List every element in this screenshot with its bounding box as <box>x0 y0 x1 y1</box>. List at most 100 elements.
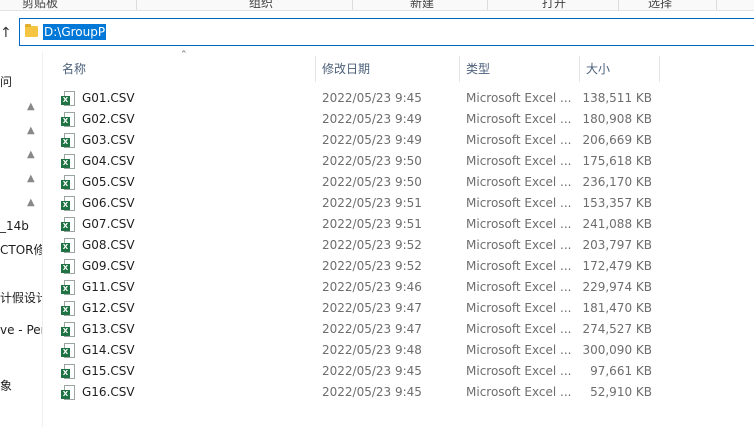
file-name[interactable]: G05.CSV <box>82 172 135 193</box>
file-size: 300,090 KB <box>582 343 652 357</box>
pin-icon[interactable]: ▲ <box>27 102 37 112</box>
file-row[interactable]: X G02.CSV 2022/05/23 9:49 Microsoft Excel .… <box>55 109 665 130</box>
nav-item[interactable]: CTOR修 <box>0 240 42 260</box>
file-name[interactable]: G13.CSV <box>82 319 135 340</box>
pin-icon[interactable]: ▲ <box>27 174 37 184</box>
file-date: 2022/05/23 9:47 <box>322 322 422 336</box>
file-row[interactable]: X G01.CSV 2022/05/23 9:45 Microsoft Excel .… <box>55 88 665 109</box>
pin-icon[interactable]: ▲ <box>27 198 37 208</box>
column-header-size[interactable]: 大小 <box>586 56 610 82</box>
file-row[interactable]: X G08.CSV 2022/05/23 9:52 Microsoft Excel .… <box>55 235 665 256</box>
pin-icon[interactable]: ▲ <box>27 150 37 160</box>
nav-item[interactable]: 问 <box>0 72 42 92</box>
file-name[interactable]: G08.CSV <box>82 235 135 256</box>
file-name[interactable]: G07.CSV <box>82 214 135 235</box>
file-name[interactable]: G12.CSV <box>82 298 135 319</box>
file-date: 2022/05/23 9:50 <box>322 154 422 168</box>
excel-csv-icon: X <box>61 154 75 169</box>
excel-csv-icon: X <box>61 217 75 232</box>
ribbon-strip: 剪贴板 组织 新建 打开 选择 <box>0 0 754 11</box>
file-row[interactable]: X G13.CSV 2022/05/23 9:47 Microsoft Excel .… <box>55 319 665 340</box>
up-arrow-icon[interactable]: ↑ <box>0 24 14 42</box>
nav-item[interactable]: 计假设计 <box>0 288 42 308</box>
file-date: 2022/05/23 9:46 <box>322 280 422 294</box>
address-path-input[interactable]: D:\GroupP <box>43 24 107 40</box>
file-row[interactable]: X G12.CSV 2022/05/23 9:47 Microsoft Excel .… <box>55 298 665 319</box>
file-type: Microsoft Excel ... <box>466 217 572 231</box>
file-row[interactable]: X G11.CSV 2022/05/23 9:46 Microsoft Excel .… <box>55 277 665 298</box>
file-size: 138,511 KB <box>582 91 652 105</box>
file-type: Microsoft Excel ... <box>466 343 572 357</box>
file-row[interactable]: X G15.CSV 2022/05/23 9:45 Microsoft Excel .… <box>55 361 665 382</box>
excel-csv-icon: X <box>61 91 75 106</box>
excel-badge: X <box>61 138 70 147</box>
file-name[interactable]: G16.CSV <box>82 382 135 403</box>
nav-item[interactable]: 象 <box>0 376 42 396</box>
file-date: 2022/05/23 9:49 <box>322 112 422 126</box>
column-header-date[interactable]: 修改日期 <box>322 56 370 82</box>
excel-csv-icon: X <box>61 301 75 316</box>
file-date: 2022/05/23 9:45 <box>322 91 422 105</box>
excel-csv-icon: X <box>61 238 75 253</box>
nav-item[interactable]: _14b <box>0 216 42 236</box>
file-name[interactable]: G03.CSV <box>82 130 135 151</box>
file-name[interactable]: G02.CSV <box>82 109 135 130</box>
excel-csv-icon: X <box>61 322 75 337</box>
file-name[interactable]: G04.CSV <box>82 151 135 172</box>
file-type: Microsoft Excel ... <box>466 280 572 294</box>
file-name[interactable]: G09.CSV <box>82 256 135 277</box>
file-row[interactable]: X G16.CSV 2022/05/23 9:45 Microsoft Excel .… <box>55 382 665 403</box>
ribbon-separator <box>352 0 353 10</box>
file-date: 2022/05/23 9:49 <box>322 133 422 147</box>
file-name[interactable]: G01.CSV <box>82 88 135 109</box>
ribbon-separator <box>136 0 137 10</box>
file-type: Microsoft Excel ... <box>466 175 572 189</box>
ribbon-group-select: 选择 <box>648 0 673 10</box>
file-type: Microsoft Excel ... <box>466 238 572 252</box>
column-header-type[interactable]: 类型 <box>466 56 490 82</box>
sort-ascending-icon: ⌃ <box>180 50 188 60</box>
file-date: 2022/05/23 9:51 <box>322 196 422 210</box>
file-name[interactable]: G11.CSV <box>82 277 135 298</box>
file-row[interactable]: X G04.CSV 2022/05/23 9:50 Microsoft Excel .… <box>55 151 665 172</box>
excel-badge: X <box>61 285 70 294</box>
excel-badge: X <box>61 117 70 126</box>
file-row[interactable]: X G07.CSV 2022/05/23 9:51 Microsoft Excel .… <box>55 214 665 235</box>
file-date: 2022/05/23 9:45 <box>322 385 422 399</box>
folder-icon <box>25 24 38 37</box>
column-divider[interactable] <box>315 56 316 82</box>
ribbon-group-new: 新建 <box>410 0 435 10</box>
ribbon-group-clipboard: 剪贴板 <box>22 0 59 10</box>
file-size: 153,357 KB <box>582 196 652 210</box>
column-header-name[interactable]: 名称 <box>62 56 86 82</box>
file-size: 180,908 KB <box>582 112 652 126</box>
file-date: 2022/05/23 9:51 <box>322 217 422 231</box>
file-name[interactable]: G14.CSV <box>82 340 135 361</box>
column-divider[interactable] <box>579 56 580 82</box>
file-row[interactable]: X G06.CSV 2022/05/23 9:51 Microsoft Excel .… <box>55 193 665 214</box>
excel-badge: X <box>61 348 70 357</box>
excel-csv-icon: X <box>61 385 75 400</box>
file-row[interactable]: X G09.CSV 2022/05/23 9:52 Microsoft Excel .… <box>55 256 665 277</box>
file-size: 175,618 KB <box>582 154 652 168</box>
file-size: 229,974 KB <box>582 280 652 294</box>
column-divider[interactable] <box>459 56 460 82</box>
file-size: 172,479 KB <box>582 259 652 273</box>
file-name[interactable]: G06.CSV <box>82 193 135 214</box>
excel-csv-icon: X <box>61 133 75 148</box>
file-type: Microsoft Excel ... <box>466 385 572 399</box>
file-row[interactable]: X G03.CSV 2022/05/23 9:49 Microsoft Excel .… <box>55 130 665 151</box>
file-date: 2022/05/23 9:52 <box>322 238 422 252</box>
file-type: Microsoft Excel ... <box>466 112 572 126</box>
address-bar[interactable]: D:\GroupP <box>19 18 754 46</box>
file-name[interactable]: G15.CSV <box>82 361 135 382</box>
file-row[interactable]: X G05.CSV 2022/05/23 9:50 Microsoft Excel .… <box>55 172 665 193</box>
column-divider[interactable] <box>659 56 660 82</box>
excel-badge: X <box>61 264 70 273</box>
pin-icon[interactable]: ▲ <box>27 126 37 136</box>
nav-item[interactable]: ve - Per <box>0 320 42 340</box>
file-type: Microsoft Excel ... <box>466 301 572 315</box>
file-type: Microsoft Excel ... <box>466 322 572 336</box>
file-row[interactable]: X G14.CSV 2022/05/23 9:48 Microsoft Excel .… <box>55 340 665 361</box>
file-size: 203,797 KB <box>582 238 652 252</box>
